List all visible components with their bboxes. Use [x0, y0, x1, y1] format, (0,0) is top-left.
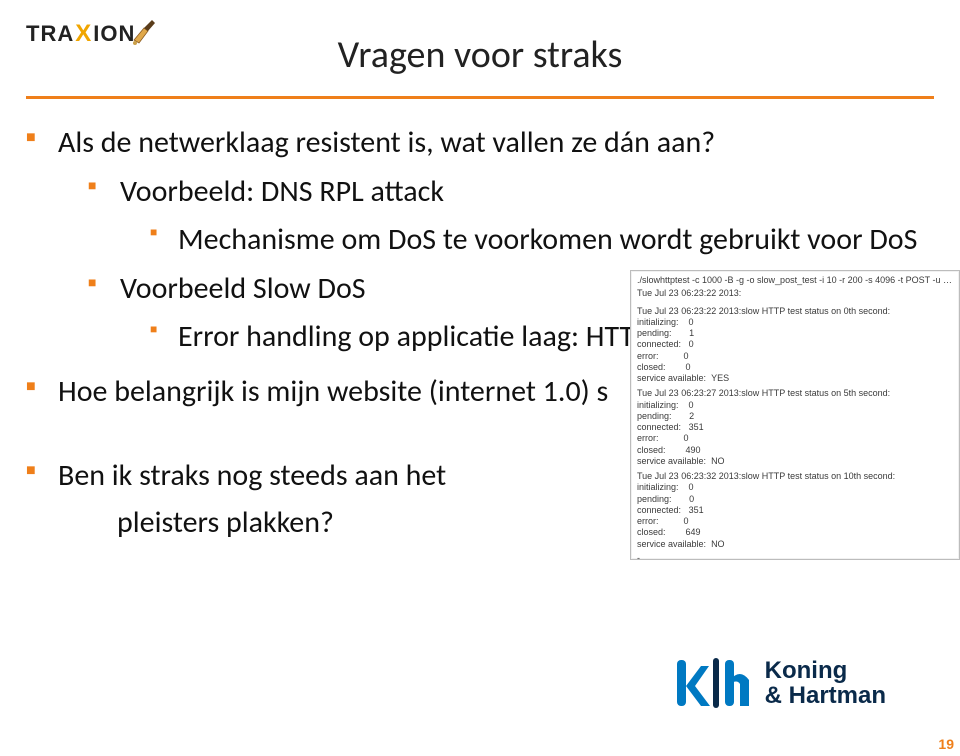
bullet-1a1: Mechanisme om DoS te voorkomen wordt geb… — [150, 217, 934, 264]
console-hdr-5: Tue Jul 23 06:23:27 2013:slow HTTP test … — [637, 388, 953, 399]
row-err-10: error: 0 — [637, 516, 953, 527]
row-svc-5: service available: NO — [637, 456, 953, 467]
bullet-1a: Voorbeeld: DNS RPL attack Mechanisme om … — [88, 169, 934, 264]
bullet-1-text: Als de netwerklaag resistent is, wat val… — [58, 124, 715, 161]
row-conn-0: connected: 0 — [637, 339, 953, 350]
console-output: ./slowhttptest -c 1000 -B -g -o slow_pos… — [630, 270, 960, 560]
row-conn-5: connected: 351 — [637, 422, 953, 433]
row-err-0: error: 0 — [637, 351, 953, 362]
console-ts-start: Tue Jul 23 06:23:22 2013: — [637, 288, 953, 299]
kh-text: Koning & Hartman — [765, 658, 886, 708]
row-svc-10: service available: NO — [637, 539, 953, 550]
row-closed-0: closed: 0 — [637, 362, 953, 373]
row-init-5: initializing: 0 — [637, 400, 953, 411]
slide-title: Vragen voor straks — [0, 32, 960, 78]
row-init-0: initializing: 0 — [637, 317, 953, 328]
row-closed-10: closed: 649 — [637, 527, 953, 538]
kh-line2: & Hartman — [765, 683, 886, 708]
row-svc-0: service available: YES — [637, 373, 953, 384]
title-underline — [26, 96, 934, 99]
bullet-2-text: Hoe belangrijk is mijn website (internet… — [58, 373, 608, 410]
kh-logo: Koning & Hartman — [675, 656, 886, 710]
console-cmd: ./slowhttptest -c 1000 -B -g -o slow_pos… — [637, 275, 953, 286]
bullet-1a1-text: Mechanisme om DoS te voorkomen wordt geb… — [178, 221, 917, 258]
console-dash: - — [637, 553, 953, 560]
console-hdr-10: Tue Jul 23 06:23:32 2013:slow HTTP test … — [637, 471, 953, 482]
row-pend-0: pending: 1 — [637, 328, 953, 339]
bullet-1b1-text: Error handling op applicatie laag: HTTP — [178, 318, 650, 355]
row-closed-5: closed: 490 — [637, 445, 953, 456]
row-pend-5: pending: 2 — [637, 411, 953, 422]
row-err-5: error: 0 — [637, 433, 953, 444]
row-pend-10: pending: 0 — [637, 494, 953, 505]
kh-line1: Koning — [765, 658, 886, 683]
slide: TRA X ION Vragen voor straks Als de netw… — [0, 0, 960, 756]
bullet-3-text: Ben ik straks nog steeds aan het — [58, 457, 446, 494]
page-number: 19 — [938, 736, 954, 752]
bullet-1a-text: Voorbeeld: DNS RPL attack — [120, 173, 444, 210]
kh-mark-icon — [675, 656, 751, 710]
bullet-1b-text: Voorbeeld Slow DoS — [120, 270, 366, 307]
console-hdr-0: Tue Jul 23 06:23:22 2013:slow HTTP test … — [637, 306, 953, 317]
row-conn-10: connected: 351 — [637, 505, 953, 516]
row-init-10: initializing: 0 — [637, 482, 953, 493]
bullet-3-cont: pleisters plakken? — [117, 504, 334, 541]
